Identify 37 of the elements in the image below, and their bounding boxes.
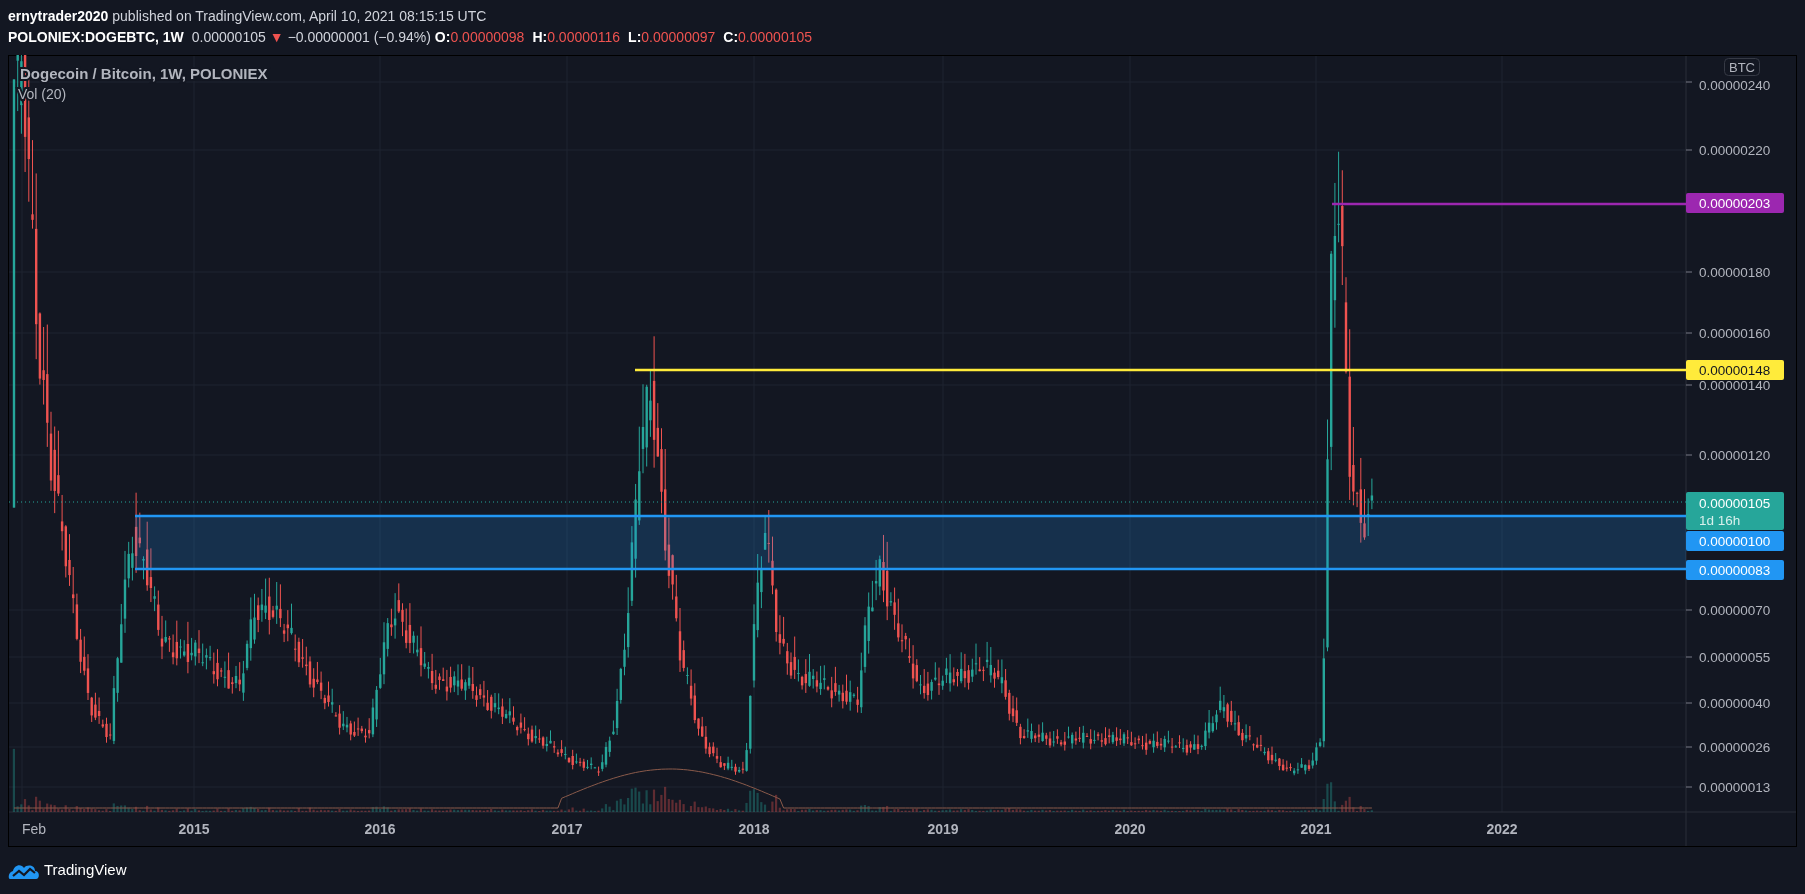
axis-label: 0.00000220 [1699, 143, 1771, 158]
price-label: 0.00000083 [1699, 563, 1771, 578]
ohlc-value: O:0.00000098 [434, 28, 525, 47]
ohlc-value: L:0.00000097 [628, 28, 716, 47]
axis-label: 2017 [551, 821, 583, 837]
axis-label: 2016 [364, 821, 396, 837]
axis-label: 2020 [1114, 821, 1146, 837]
price-label: 0.00000100 [1699, 534, 1771, 549]
axis-label: 0.00000026 [1699, 740, 1771, 755]
axis-label: 0.00000055 [1699, 650, 1771, 665]
axis-label: 0.00000120 [1699, 448, 1771, 463]
axis-label: 2022 [1486, 821, 1518, 837]
axis-label: 2018 [738, 821, 770, 837]
ohlc-value: H:0.00000116 [532, 28, 621, 47]
price-label: 0.00000203 [1699, 196, 1771, 211]
price-value: 0.00000105 [191, 28, 266, 47]
axis-label: 0.00000070 [1699, 603, 1771, 618]
logo-text[interactable]: TradingView [44, 859, 127, 882]
change-arrow: ▼ [269, 28, 284, 47]
price-label: 0.00000105 [1699, 496, 1771, 511]
axis-label: 0.00000160 [1699, 326, 1771, 341]
countdown-label: 1d 16h [1699, 513, 1741, 528]
axis-label: 0.00000040 [1699, 696, 1771, 711]
price-label: 0.00000148 [1699, 363, 1771, 378]
axis-label: 2021 [1300, 821, 1332, 837]
axis-label: Feb [22, 821, 47, 837]
axis-label: 2019 [927, 821, 959, 837]
symbol-label: POLONIEX:DOGEBTC, 1W [8, 28, 184, 47]
axis-label: 0.00000180 [1699, 265, 1771, 280]
axis-label: 0.00000240 [1699, 78, 1771, 93]
axis-label: 2015 [178, 821, 210, 837]
currency-badge[interactable]: BTC [1724, 58, 1760, 76]
change-value: −0.00000001 (−0.94%) [287, 28, 431, 47]
axis-label: 0.00000013 [1699, 780, 1771, 795]
ohlc-value: C:0.00000105 [723, 28, 813, 47]
axis-label: 0.00000140 [1699, 378, 1771, 393]
publish-info: ernytrader2020 published on TradingView.com, April 10, 2021 08:15:15 UTC [8, 7, 488, 26]
